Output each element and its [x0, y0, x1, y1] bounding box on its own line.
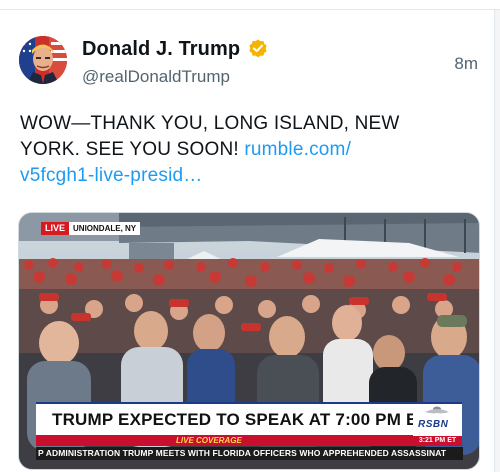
live-coverage-label: LIVE COVERAGE — [176, 436, 242, 445]
network-logo: RSBN — [413, 402, 462, 436]
post-timestamp[interactable]: 8m — [454, 54, 478, 74]
broadcast-lower-third: TRUMP EXPECTED TO SPEAK AT 7:00 PM ET LI… — [36, 402, 463, 460]
post-card[interactable]: Donald J. Trump @realDonaldTrump 8m WOW—… — [0, 10, 494, 472]
network-logo-text: RSBN — [418, 419, 449, 430]
broadcast-headline: TRUMP EXPECTED TO SPEAK AT 7:00 PM ET — [52, 410, 429, 429]
video-thumbnail[interactable]: LIVE UNIONDALE, NY TRUMP EXPECTED TO SPE… — [18, 212, 480, 470]
verified-badge-icon — [247, 38, 269, 60]
author-name-row[interactable]: Donald J. Trump — [82, 37, 269, 61]
author-handle[interactable]: @realDonaldTrump — [82, 67, 230, 87]
top-divider — [0, 0, 500, 10]
scrollbar[interactable] — [494, 10, 500, 472]
post-body: WOW—THANK YOU, LONG ISLAND, NEW YORK. SE… — [20, 111, 460, 189]
live-location: UNIONDALE, NY — [69, 222, 141, 235]
post-link-part2: v5fcgh1-live-presid… — [20, 165, 203, 186]
live-tag: LIVE UNIONDALE, NY — [41, 222, 141, 235]
live-coverage-bar: LIVE COVERAGE — [36, 435, 413, 446]
live-badge: LIVE — [41, 222, 70, 235]
post-link-part1: rumble.com/ — [244, 139, 352, 160]
broadcast-time: 3:21 PM ET — [413, 436, 462, 446]
news-ticker: P ADMINISTRATION TRUMP MEETS WITH FLORID… — [36, 447, 463, 460]
headline-bar: TRUMP EXPECTED TO SPEAK AT 7:00 PM ET — [36, 402, 428, 435]
avatar-portrait-icon — [19, 36, 67, 84]
ticker-text: P ADMINISTRATION TRUMP MEETS WITH FLORID… — [38, 448, 447, 458]
author-display-name[interactable]: Donald J. Trump — [82, 38, 240, 61]
author-avatar[interactable] — [19, 36, 67, 84]
